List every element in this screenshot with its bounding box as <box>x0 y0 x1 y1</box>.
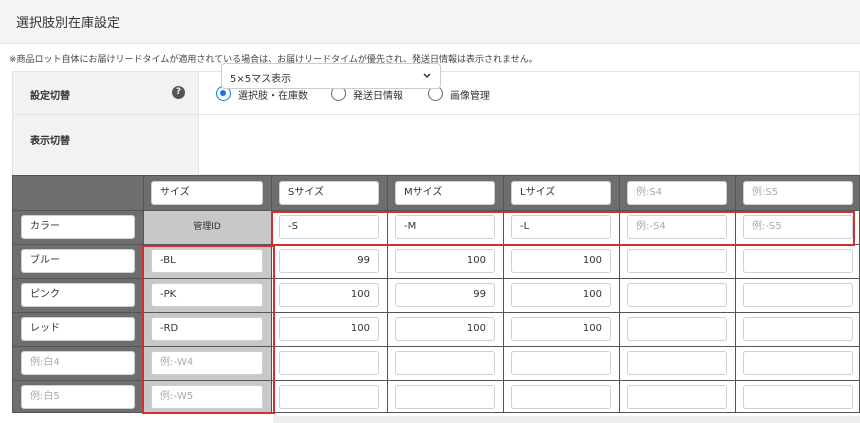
grid-row-divider <box>13 210 859 211</box>
grid-column-divider <box>619 176 620 412</box>
color-id-input[interactable]: -PK <box>151 283 263 307</box>
stock-input[interactable] <box>627 283 727 307</box>
grid-column-divider <box>143 176 144 412</box>
grid-row-divider <box>13 312 859 313</box>
size-id-input[interactable]: -S <box>279 215 379 239</box>
grid-column-divider <box>387 176 388 412</box>
stock-input[interactable] <box>627 385 727 409</box>
stock-input[interactable] <box>743 283 853 307</box>
stock-input[interactable] <box>279 351 379 375</box>
grid-column-divider <box>735 176 736 412</box>
size-id-input[interactable]: -L <box>511 215 611 239</box>
color-name-input[interactable]: レッド <box>21 317 135 341</box>
chevron-down-icon <box>423 73 431 79</box>
color-id-input[interactable]: -BL <box>151 249 263 273</box>
mode-label-cell: 設定切替 ? <box>13 72 199 114</box>
mode-label: 設定切替 <box>30 91 70 102</box>
color-header-input[interactable]: カラー <box>21 215 135 239</box>
stock-input[interactable] <box>743 249 853 273</box>
grid-row-divider <box>13 346 859 347</box>
grid-column-divider <box>271 176 272 412</box>
page-title: 選択肢別在庫設定 <box>16 16 121 31</box>
stock-input[interactable] <box>511 351 611 375</box>
stock-input[interactable] <box>511 385 611 409</box>
color-id-input[interactable]: 例:-W5 <box>151 385 263 409</box>
stock-input[interactable]: 100 <box>511 249 611 273</box>
size-id-input[interactable]: -M <box>395 215 495 239</box>
stock-input[interactable] <box>627 317 727 341</box>
radio-label[interactable]: 選択肢・在庫数 <box>238 87 308 102</box>
color-name-input[interactable]: ブルー <box>21 249 135 273</box>
grid-column-divider <box>503 176 504 412</box>
stock-input[interactable]: 100 <box>511 317 611 341</box>
stock-input[interactable]: 100 <box>511 283 611 307</box>
size-id-input[interactable]: 例:-S4 <box>627 215 727 239</box>
radio-label[interactable]: 発送日情報 <box>353 87 403 102</box>
stock-input[interactable] <box>395 385 495 409</box>
stock-input[interactable]: 100 <box>395 317 495 341</box>
stock-input[interactable] <box>627 351 727 375</box>
display-label: 表示切替 <box>30 136 70 147</box>
stock-input[interactable] <box>395 351 495 375</box>
size-header-input[interactable]: サイズ <box>151 181 263 205</box>
stock-grid: 管理ID サイズ Sサイズ Mサイズ Lサイズ 例:S4 例:S5 カラー -S -M -L 例:-… <box>12 175 860 414</box>
color-name-input[interactable]: 例:白4 <box>21 351 135 375</box>
stock-input[interactable] <box>279 385 379 409</box>
color-name-input[interactable]: ピンク <box>21 283 135 307</box>
stock-input[interactable]: 100 <box>279 283 379 307</box>
stock-input[interactable]: 99 <box>395 283 495 307</box>
stock-input[interactable] <box>743 317 853 341</box>
size-id-input[interactable]: 例:-S5 <box>743 215 853 239</box>
grid-row-divider <box>13 380 859 381</box>
stock-input[interactable]: 100 <box>279 317 379 341</box>
color-id-input[interactable]: 例:-W4 <box>151 351 263 375</box>
size-name-input[interactable]: 例:S5 <box>743 181 853 205</box>
question-circle-icon[interactable]: ? <box>172 86 185 99</box>
grid-row-divider <box>13 278 859 279</box>
size-name-input[interactable]: Sサイズ <box>279 181 379 205</box>
size-name-input[interactable]: Mサイズ <box>395 181 495 205</box>
display-row: 表示切替 <box>13 115 859 176</box>
grid-row-divider <box>13 244 859 245</box>
display-select-value[interactable]: 5×5マス表示 <box>230 70 291 85</box>
display-label-cell: 表示切替 <box>13 115 199 176</box>
stock-input[interactable]: 100 <box>395 249 495 273</box>
page-header: 選択肢別在庫設定 <box>0 0 860 44</box>
management-id-label: 管理ID <box>193 222 221 232</box>
horizontal-scrollbar[interactable] <box>273 416 860 423</box>
color-name-input[interactable]: 例:白5 <box>21 385 135 409</box>
stock-input[interactable]: 99 <box>279 249 379 273</box>
size-name-input[interactable]: Lサイズ <box>511 181 611 205</box>
stock-input[interactable] <box>743 385 853 409</box>
stock-input[interactable] <box>743 351 853 375</box>
color-id-input[interactable]: -RD <box>151 317 263 341</box>
size-name-input[interactable]: 例:S4 <box>627 181 727 205</box>
stock-input[interactable] <box>627 249 727 273</box>
display-select[interactable]: 5×5マス表示 <box>221 63 441 89</box>
radio-label[interactable]: 画像管理 <box>450 87 490 102</box>
